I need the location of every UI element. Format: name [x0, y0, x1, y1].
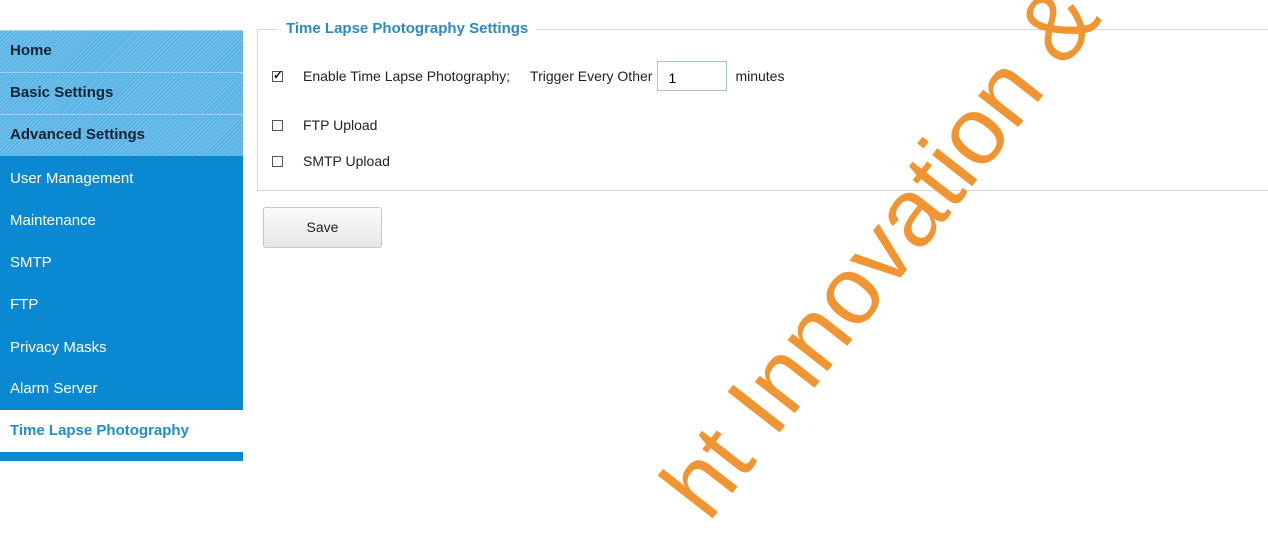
sidebar-item-smtp[interactable]: SMTP	[0, 242, 243, 284]
sidebar-item-privacy-masks[interactable]: Privacy Masks	[0, 327, 243, 369]
sidebar-item-time-lapse-photography[interactable]: Time Lapse Photography	[0, 410, 243, 452]
sidebar-item-ftp[interactable]: FTP	[0, 284, 243, 326]
trigger-unit-label: minutes	[735, 68, 785, 84]
trigger-label: Trigger Every Other	[530, 68, 653, 84]
enable-time-lapse-checkbox[interactable]	[272, 68, 283, 82]
enable-time-lapse-label: Enable Time Lapse Photography;	[303, 68, 511, 84]
sidebar-bottom-strip	[0, 452, 243, 461]
ftp-upload-label: FTP Upload	[303, 117, 378, 133]
smtp-upload-label: SMTP Upload	[303, 153, 390, 169]
sidebar-header-basic-settings[interactable]: Basic Settings	[0, 72, 243, 114]
sidebar-header-home[interactable]: Home	[0, 30, 243, 72]
save-button[interactable]: Save	[263, 207, 382, 248]
sidebar: Home Basic Settings Advanced Settings Us…	[0, 0, 243, 461]
ftp-upload-checkbox[interactable]	[272, 119, 283, 131]
sidebar-header-advanced-settings[interactable]: Advanced Settings	[0, 114, 243, 156]
sidebar-item-maintenance[interactable]: Maintenance	[0, 200, 243, 242]
ftp-row: FTP Upload	[272, 113, 377, 137]
time-lapse-settings-panel	[257, 29, 1268, 191]
enable-row: Enable Time Lapse Photography; Trigger E…	[272, 61, 785, 91]
sidebar-top-strip	[0, 0, 243, 30]
panel-legend: Time Lapse Photography Settings	[278, 20, 537, 37]
trigger-interval-input[interactable]	[657, 61, 728, 91]
sidebar-item-user-management[interactable]: User Management	[0, 158, 243, 200]
smtp-row: SMTP Upload	[272, 149, 390, 173]
sidebar-item-alarm-server[interactable]: Alarm Server	[0, 368, 243, 410]
smtp-upload-checkbox[interactable]	[272, 155, 283, 167]
